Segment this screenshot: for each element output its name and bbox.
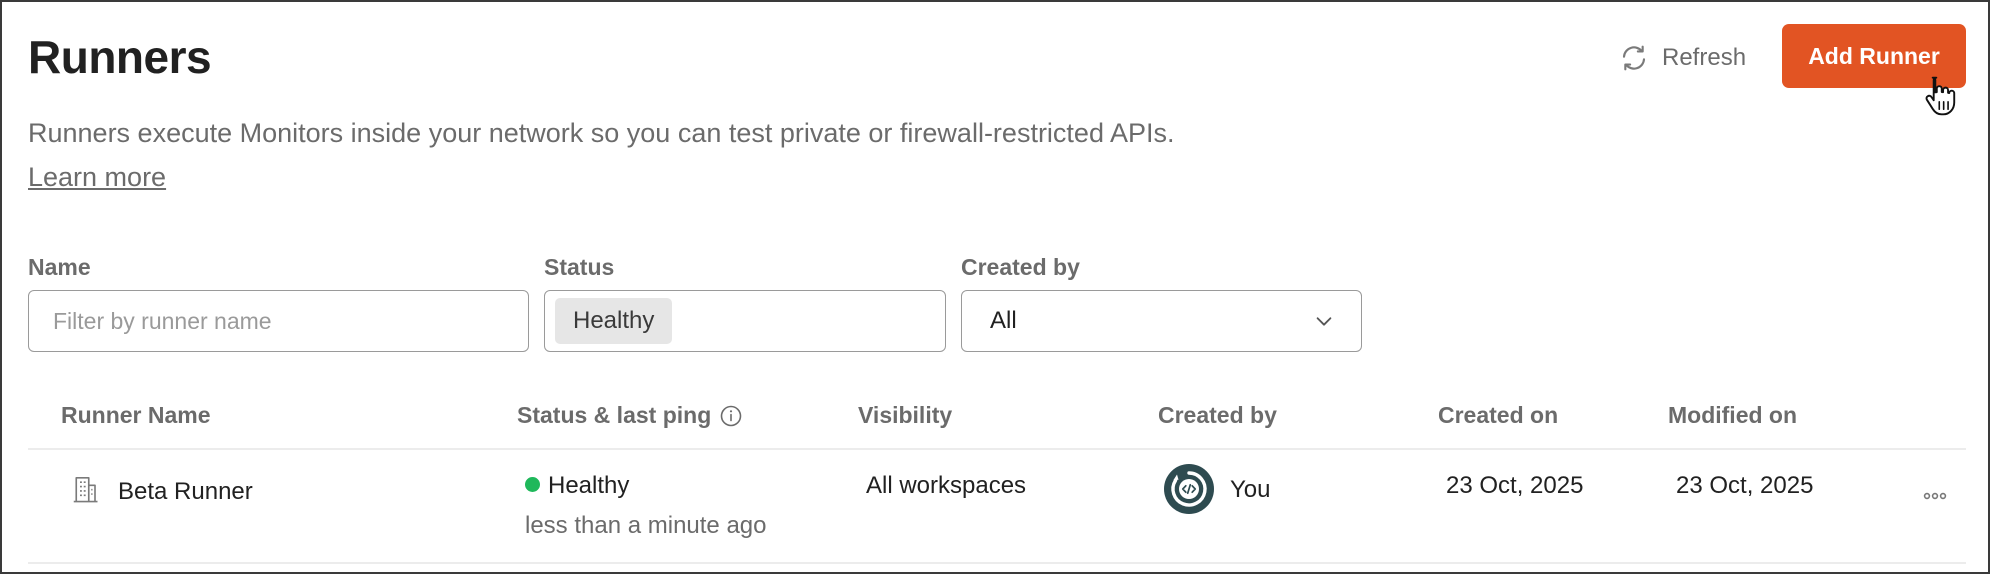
- status-filter-label: Status: [544, 254, 615, 280]
- refresh-icon: [1622, 45, 1646, 71]
- column-header-visibility: Visibility: [858, 402, 953, 428]
- table-header-divider: [28, 448, 1966, 450]
- status-dot: [525, 477, 540, 492]
- learn-more-link[interactable]: Learn more: [28, 162, 166, 193]
- runners-page: Runners Refresh Add Runner Runners execu…: [0, 0, 1990, 574]
- last-ping: less than a minute ago: [525, 512, 767, 539]
- status-filter[interactable]: Healthy: [544, 290, 946, 352]
- created-by-select-value: All: [990, 307, 1017, 334]
- created-on-value: 23 Oct, 2025: [1446, 472, 1584, 499]
- created-by-value: You: [1230, 476, 1271, 503]
- refresh-label: Refresh: [1662, 44, 1747, 71]
- created-by-filter-label: Created by: [961, 254, 1080, 280]
- status-text: Healthy: [548, 472, 630, 499]
- page-description: Runners execute Monitors inside your net…: [28, 118, 1175, 148]
- runner-name[interactable]: Beta Runner: [118, 478, 253, 506]
- building-icon: [73, 476, 98, 503]
- code-avatar-icon: [1164, 464, 1214, 514]
- more-options-icon[interactable]: [1918, 482, 1952, 510]
- visibility-value: All workspaces: [866, 472, 1027, 499]
- column-header-runner-name: Runner Name: [61, 402, 211, 428]
- created-by-select[interactable]: All: [961, 290, 1362, 352]
- column-header-status: Status & last ping: [517, 402, 743, 429]
- chevron-down-icon: [1316, 317, 1332, 326]
- column-header-created-on: Created on: [1438, 402, 1559, 428]
- status-healthy: Healthy: [525, 472, 629, 500]
- name-filter: [28, 290, 529, 352]
- modified-on-value: 23 Oct, 2025: [1676, 472, 1814, 499]
- status-chip[interactable]: Healthy: [555, 298, 673, 344]
- info-icon[interactable]: [719, 404, 743, 428]
- column-header-created-by: Created by: [1158, 402, 1277, 428]
- hand-pointer-cursor: [1925, 76, 1956, 116]
- refresh-button[interactable]: Refresh: [1618, 38, 1746, 78]
- name-filter-label: Name: [28, 254, 91, 280]
- table-row-divider: [28, 562, 1966, 564]
- column-header-modified-on: Modified on: [1668, 402, 1798, 428]
- page-title: Runners: [28, 31, 212, 83]
- name-filter-input[interactable]: [29, 291, 528, 351]
